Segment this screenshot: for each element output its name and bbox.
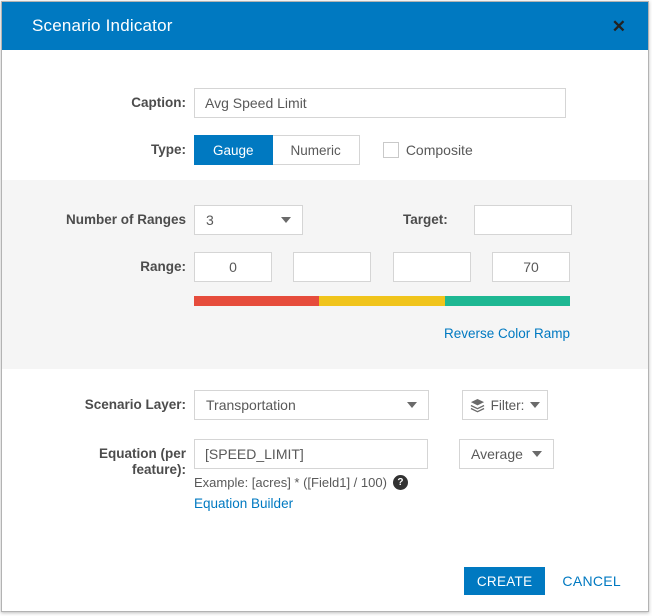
reverse-ramp-row: Reverse Color Ramp bbox=[2, 325, 648, 343]
number-of-ranges-row: Number of Ranges 3 Target: bbox=[2, 205, 648, 235]
range-input-1[interactable] bbox=[194, 252, 272, 282]
type-option-numeric[interactable]: Numeric bbox=[273, 135, 360, 165]
help-icon[interactable]: ? bbox=[393, 475, 408, 490]
range-label: Range: bbox=[2, 259, 186, 275]
reverse-color-ramp-link[interactable]: Reverse Color Ramp bbox=[444, 326, 570, 341]
ramp-segment-teal bbox=[445, 296, 570, 306]
type-option-gauge[interactable]: Gauge bbox=[194, 135, 273, 165]
range-row: Range: bbox=[2, 252, 648, 282]
aggregate-dropdown[interactable]: Average bbox=[459, 439, 554, 469]
scenario-layer-value: Transportation bbox=[206, 397, 296, 413]
type-label: Type: bbox=[2, 142, 186, 158]
create-button[interactable]: CREATE bbox=[464, 567, 546, 595]
range-input-3[interactable] bbox=[393, 252, 471, 282]
caption-label: Caption: bbox=[2, 95, 186, 111]
composite-label: Composite bbox=[406, 142, 473, 158]
dialog-header: Scenario Indicator ✕ bbox=[2, 2, 648, 50]
color-ramp-row bbox=[2, 296, 648, 306]
type-segmented-control: Gauge Numeric bbox=[194, 135, 360, 165]
equation-input[interactable] bbox=[194, 439, 428, 469]
target-input[interactable] bbox=[474, 205, 572, 235]
range-inputs bbox=[194, 252, 570, 282]
range-input-4[interactable] bbox=[492, 252, 570, 282]
equation-row: Equation (per feature): Average Example:… bbox=[2, 439, 648, 513]
aggregate-value: Average bbox=[471, 446, 523, 462]
color-ramp bbox=[194, 296, 570, 306]
cancel-button[interactable]: CANCEL bbox=[562, 573, 621, 589]
dialog-footer: CREATE CANCEL bbox=[464, 567, 621, 595]
chevron-down-icon bbox=[532, 451, 542, 457]
ramp-segment-red bbox=[194, 296, 319, 306]
layers-icon bbox=[470, 398, 485, 413]
chevron-down-icon bbox=[407, 402, 417, 408]
equation-example: Example: [acres] * ([Field1] / 100) ? bbox=[194, 475, 554, 490]
chevron-down-icon bbox=[530, 402, 540, 408]
equation-label: Equation (per feature): bbox=[2, 439, 186, 478]
scenario-layer-row: Scenario Layer: Transportation Filter: bbox=[2, 390, 648, 420]
number-of-ranges-label: Number of Ranges bbox=[2, 212, 186, 228]
close-icon[interactable]: ✕ bbox=[610, 16, 628, 37]
number-of-ranges-value: 3 bbox=[206, 212, 214, 228]
equation-builder-link[interactable]: Equation Builder bbox=[194, 496, 293, 511]
composite-checkbox[interactable] bbox=[383, 142, 399, 158]
caption-input[interactable] bbox=[194, 88, 566, 118]
number-of-ranges-dropdown[interactable]: 3 bbox=[194, 205, 303, 235]
range-input-2[interactable] bbox=[293, 252, 371, 282]
target-label: Target: bbox=[403, 212, 448, 228]
dialog-title: Scenario Indicator bbox=[32, 16, 173, 36]
scenario-layer-label: Scenario Layer: bbox=[2, 397, 186, 413]
filter-dropdown[interactable]: Filter: bbox=[462, 390, 548, 420]
type-row: Type: Gauge Numeric Composite bbox=[2, 135, 648, 165]
scenario-layer-dropdown[interactable]: Transportation bbox=[194, 390, 429, 420]
ramp-segment-yellow bbox=[319, 296, 444, 306]
scenario-indicator-dialog: Scenario Indicator ✕ Caption: Type: Gaug… bbox=[1, 1, 649, 612]
filter-label: Filter: bbox=[491, 398, 525, 413]
chevron-down-icon bbox=[281, 217, 291, 223]
ranges-panel: Number of Ranges 3 Target: Range: bbox=[2, 180, 648, 369]
caption-row: Caption: bbox=[2, 88, 648, 118]
